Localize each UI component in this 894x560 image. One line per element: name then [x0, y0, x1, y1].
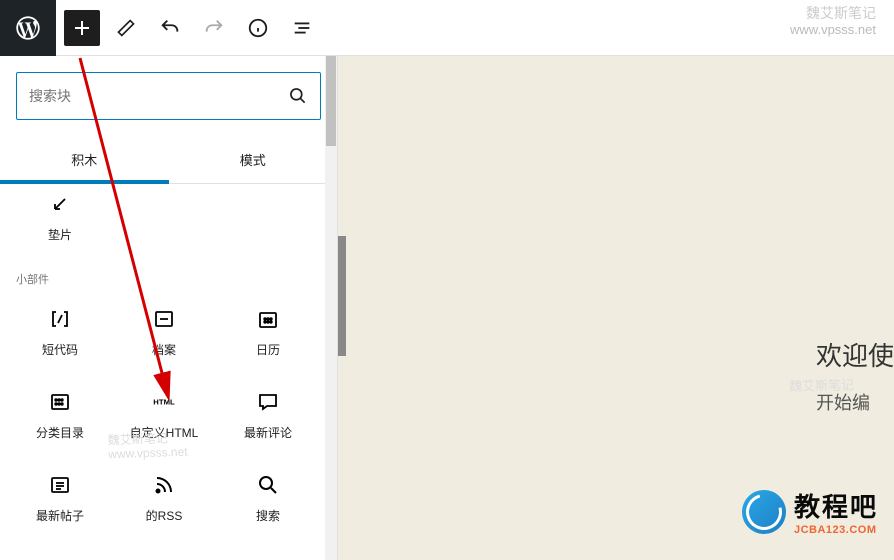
brand-icon [742, 490, 786, 534]
list-view-button[interactable] [284, 10, 320, 46]
search-input[interactable] [29, 88, 288, 104]
block-spacer[interactable]: 垫片 [8, 184, 112, 259]
scrollbar-thumb[interactable] [326, 56, 336, 146]
latest-posts-icon [48, 473, 72, 497]
search-wrap [0, 56, 337, 136]
wordpress-logo[interactable] [0, 0, 56, 56]
block-latest-posts[interactable]: 最新帖子 [8, 457, 112, 540]
block-rss[interactable]: 的RSS [112, 457, 216, 540]
svg-text:HTML: HTML [153, 398, 175, 407]
spacer-icon [48, 192, 72, 216]
brand-name: 教程吧 [794, 487, 878, 524]
block-archives[interactable]: 档案 [112, 291, 216, 374]
categories-icon [48, 390, 72, 414]
search-block-icon [256, 473, 280, 497]
tab-blocks[interactable]: 积木 [0, 136, 169, 183]
block-calendar[interactable]: 日历 [216, 291, 320, 374]
canvas-scrollbar[interactable] [338, 236, 346, 356]
rss-icon [152, 473, 176, 497]
info-button[interactable] [240, 10, 276, 46]
block-label: 垫片 [48, 226, 72, 243]
block-search[interactable]: 搜索 [216, 457, 320, 540]
undo-button[interactable] [152, 10, 188, 46]
archives-icon [152, 307, 176, 331]
block-shortcode[interactable]: 短代码 [8, 291, 112, 374]
brand-logo: 教程吧 JCBA123.COM [742, 487, 878, 536]
comments-icon [256, 390, 280, 414]
tab-patterns[interactable]: 模式 [169, 136, 338, 183]
canvas-heading: 欢迎使 [816, 336, 894, 373]
html-icon: HTML [152, 390, 176, 414]
watermark-mid: 魏艾斯笔记www.vpsss.net [108, 431, 188, 463]
editor-canvas[interactable]: 欢迎使 开始编 魏艾斯笔记 教程吧 JCBA123.COM [338, 56, 894, 560]
block-latest-comments[interactable]: 最新评论 [216, 374, 320, 457]
search-icon [288, 86, 308, 106]
block-categories[interactable]: 分类目录 [8, 374, 112, 457]
editor-toolbar: 魏艾斯笔记 www.vpsss.net [0, 0, 894, 56]
shortcode-icon [48, 307, 72, 331]
section-widgets: 小部件 [0, 259, 337, 291]
main-area: 积木 模式 垫片 小部件 短代码 档案 [0, 56, 894, 560]
canvas-content: 欢迎使 开始编 [816, 336, 894, 415]
blocks-panel[interactable]: 垫片 小部件 短代码 档案 日历 分类 [0, 184, 337, 560]
redo-button[interactable] [196, 10, 232, 46]
inserter-tabs: 积木 模式 [0, 136, 337, 184]
add-block-button[interactable] [64, 10, 100, 46]
watermark-top: 魏艾斯笔记 www.vpsss.net [790, 4, 876, 39]
brand-url: JCBA123.COM [794, 524, 878, 536]
search-box[interactable] [16, 72, 321, 120]
calendar-icon [256, 307, 280, 331]
inserter-scrollbar[interactable] [325, 56, 337, 560]
watermark-right: 魏艾斯笔记 [789, 377, 854, 394]
edit-mode-button[interactable] [108, 10, 144, 46]
block-inserter-panel: 积木 模式 垫片 小部件 短代码 档案 [0, 56, 338, 560]
